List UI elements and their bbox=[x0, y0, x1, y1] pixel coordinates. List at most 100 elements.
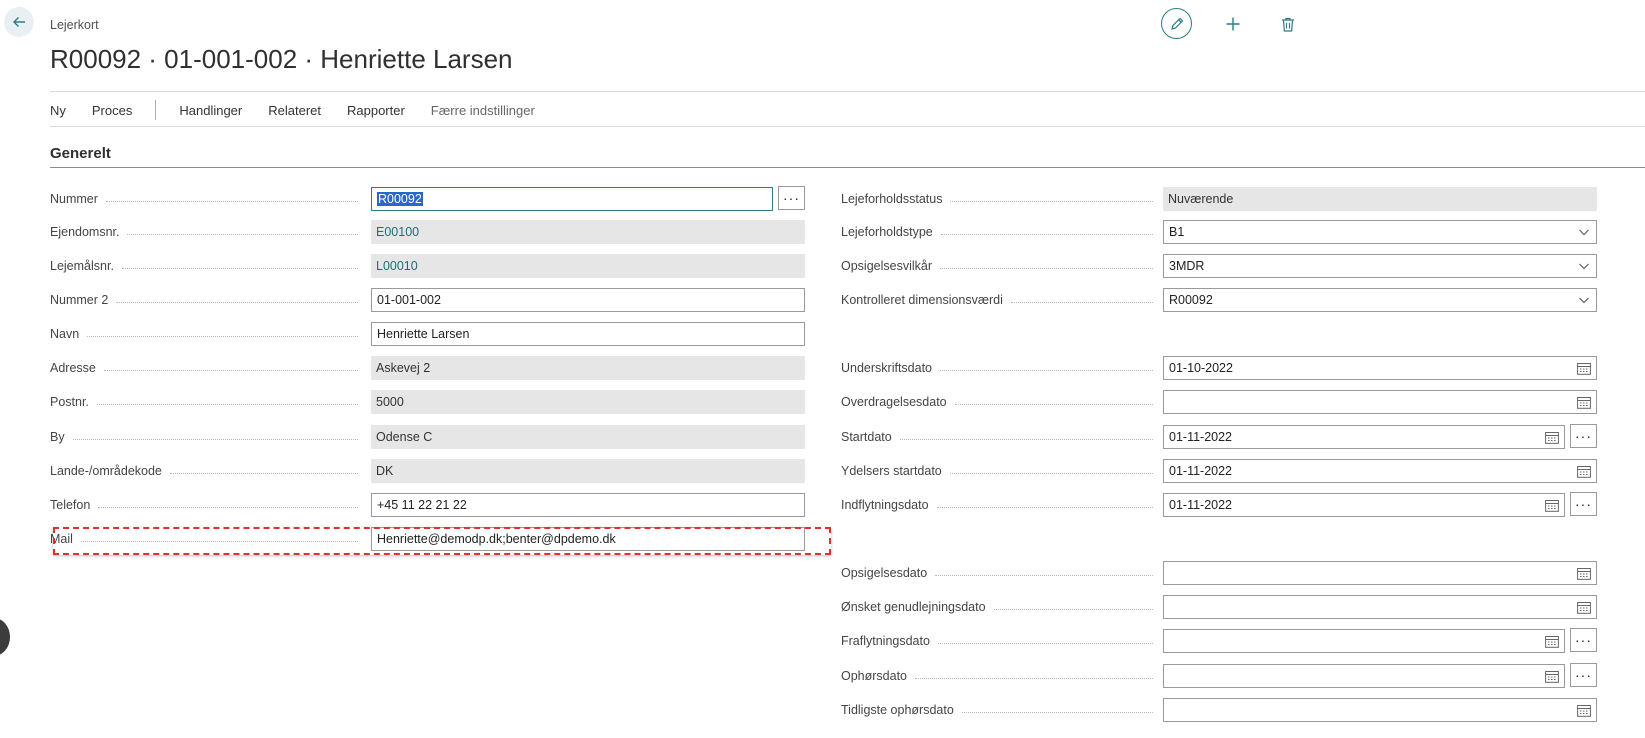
ydelsers-startdato-input[interactable]: 01-11-2022 bbox=[1163, 459, 1597, 483]
postnr-field: 5000 bbox=[371, 390, 805, 414]
calendar-icon[interactable] bbox=[1577, 465, 1591, 478]
fraflytningsdato-assist-button[interactable]: ··· bbox=[1570, 628, 1597, 652]
field-label-lejeforholdstype: Lejeforholdstype bbox=[841, 220, 1159, 244]
opsigelsesvilkaar-value: 3MDR bbox=[1169, 259, 1205, 273]
indflytningsdato-input[interactable]: 01-11-2022 bbox=[1163, 493, 1565, 517]
opsigelsesdato-input[interactable] bbox=[1163, 561, 1597, 585]
section-underline bbox=[50, 167, 1645, 168]
indflytningsdato-assist-button[interactable]: ··· bbox=[1570, 492, 1597, 516]
lejeforholdstype-select[interactable]: B1 bbox=[1163, 220, 1597, 244]
action-separator bbox=[155, 100, 157, 120]
genudlejningsdato-input[interactable] bbox=[1163, 595, 1597, 619]
nummer2-input[interactable]: 01-001-002 bbox=[371, 288, 805, 312]
field-label-navn: Navn bbox=[50, 322, 364, 346]
field-label-opsigelsesvilkaar: Opsigelsesvilkår bbox=[841, 254, 1159, 278]
add-button[interactable] bbox=[1217, 8, 1249, 40]
field-label-lejeforholdsstatus: Lejeforholdsstatus bbox=[841, 187, 1159, 211]
calendar-icon[interactable] bbox=[1545, 431, 1559, 444]
chevron-down-icon bbox=[1579, 229, 1589, 236]
page-caption: Lejerkort bbox=[50, 18, 99, 32]
dimensionsvaerdi-select[interactable]: R00092 bbox=[1163, 288, 1597, 312]
underskriftsdato-value: 01-10-2022 bbox=[1169, 361, 1233, 375]
nummer-assist-button[interactable]: ··· bbox=[778, 186, 805, 210]
field-label-genudlejningsdato: Ønsket genudlejningsdato bbox=[841, 595, 1159, 619]
trash-icon bbox=[1282, 17, 1294, 32]
navn-input[interactable]: Henriette Larsen bbox=[371, 322, 805, 346]
side-panel-toggle[interactable] bbox=[0, 618, 10, 656]
calendar-icon[interactable] bbox=[1545, 499, 1559, 512]
overdragelsesdato-input[interactable] bbox=[1163, 390, 1597, 414]
mail-highlight-annotation bbox=[53, 527, 831, 555]
field-label-underskriftsdato: Underskriftsdato bbox=[841, 356, 1159, 380]
back-arrow-icon bbox=[13, 17, 25, 27]
startdato-input[interactable]: 01-11-2022 bbox=[1163, 425, 1565, 449]
section-title-generelt: Generelt bbox=[50, 145, 111, 162]
nummer-value: R00092 bbox=[377, 192, 423, 206]
by-field: Odense C bbox=[371, 425, 805, 449]
fraflytningsdato-input[interactable] bbox=[1163, 629, 1565, 653]
chevron-down-icon bbox=[1579, 297, 1589, 304]
action-relateret[interactable]: Relateret bbox=[255, 103, 334, 118]
action-handlinger[interactable]: Handlinger bbox=[166, 103, 255, 118]
field-label-adresse: Adresse bbox=[50, 356, 364, 380]
calendar-icon[interactable] bbox=[1577, 601, 1591, 614]
plus-icon bbox=[1226, 17, 1240, 31]
lejeforholdstype-value: B1 bbox=[1169, 225, 1185, 239]
lejeforholdsstatus-field: Nuværende bbox=[1163, 187, 1597, 211]
edit-button[interactable] bbox=[1161, 8, 1192, 39]
calendar-icon[interactable] bbox=[1577, 396, 1591, 409]
ellipsis-icon: ··· bbox=[1575, 428, 1592, 444]
telefon-input[interactable]: +45 11 22 21 22 bbox=[371, 493, 805, 517]
field-label-telefon: Telefon bbox=[50, 493, 364, 517]
ellipsis-icon: ··· bbox=[1575, 632, 1592, 648]
field-label-startdato: Startdato bbox=[841, 425, 1159, 449]
pencil-icon bbox=[1170, 17, 1183, 30]
startdato-value: 01-11-2022 bbox=[1169, 430, 1233, 444]
adresse-field: Askevej 2 bbox=[371, 356, 805, 380]
action-proces[interactable]: Proces bbox=[79, 103, 145, 118]
startdato-assist-button[interactable]: ··· bbox=[1570, 424, 1597, 448]
field-label-indflytningsdato: Indflytningsdato bbox=[841, 493, 1159, 517]
calendar-icon[interactable] bbox=[1577, 362, 1591, 375]
tidligste-ophoersdato-input[interactable] bbox=[1163, 698, 1597, 722]
action-rapporter[interactable]: Rapporter bbox=[334, 103, 418, 118]
ellipsis-icon: ··· bbox=[1575, 496, 1592, 512]
landekode-field: DK bbox=[371, 459, 805, 483]
ellipsis-icon: ··· bbox=[1575, 667, 1592, 683]
indflytningsdato-value: 01-11-2022 bbox=[1169, 498, 1233, 512]
field-label-ophoersdato: Ophørsdato bbox=[841, 664, 1159, 688]
dimensionsvaerdi-value: R00092 bbox=[1169, 293, 1213, 307]
field-label-landekode: Lande-/områdekode bbox=[50, 459, 364, 483]
actionbar-divider bbox=[50, 126, 1645, 127]
action-ny[interactable]: Ny bbox=[50, 103, 79, 118]
lejemaalsnr-link[interactable]: L00010 bbox=[371, 254, 805, 278]
nummer-input[interactable]: R00092 bbox=[371, 187, 773, 211]
field-label-nummer2: Nummer 2 bbox=[50, 288, 364, 312]
ophoersdato-input[interactable] bbox=[1163, 664, 1565, 688]
calendar-icon[interactable] bbox=[1545, 670, 1559, 683]
chevron-down-icon bbox=[1579, 263, 1589, 270]
ejendomsnr-link[interactable]: E00100 bbox=[371, 220, 805, 244]
ellipsis-icon: ··· bbox=[783, 190, 800, 206]
field-label-by: By bbox=[50, 425, 364, 449]
field-label-ejendomsnr: Ejendomsnr. bbox=[50, 220, 364, 244]
field-label-dimensionsvaerdi: Kontrolleret dimensionsværdi bbox=[841, 288, 1159, 312]
underskriftsdato-input[interactable]: 01-10-2022 bbox=[1163, 356, 1597, 380]
field-label-opsigelsesdato: Opsigelsesdato bbox=[841, 561, 1159, 585]
opsigelsesvilkaar-select[interactable]: 3MDR bbox=[1163, 254, 1597, 278]
delete-button[interactable] bbox=[1272, 8, 1304, 40]
back-button[interactable] bbox=[4, 7, 34, 37]
field-label-nummer: Nummer bbox=[50, 187, 364, 211]
action-bar: Ny Proces Handlinger Relateret Rapporter… bbox=[50, 98, 548, 122]
field-label-tidligste-ophoersdato: Tidligste ophørsdato bbox=[841, 698, 1159, 722]
page-title: R00092 · 01-001-002 · Henriette Larsen bbox=[50, 44, 513, 74]
calendar-icon[interactable] bbox=[1545, 635, 1559, 648]
field-label-overdragelsesdato: Overdragelsesdato bbox=[841, 390, 1159, 414]
field-label-fraflytningsdato: Fraflytningsdato bbox=[841, 629, 1159, 653]
field-label-lejemaalsnr: Lejemålsnr. bbox=[50, 254, 364, 278]
calendar-icon[interactable] bbox=[1577, 567, 1591, 580]
action-fewer-options[interactable]: Færre indstillinger bbox=[418, 103, 548, 118]
calendar-icon[interactable] bbox=[1577, 704, 1591, 717]
field-label-postnr: Postnr. bbox=[50, 390, 364, 414]
ophoersdato-assist-button[interactable]: ··· bbox=[1570, 663, 1597, 687]
